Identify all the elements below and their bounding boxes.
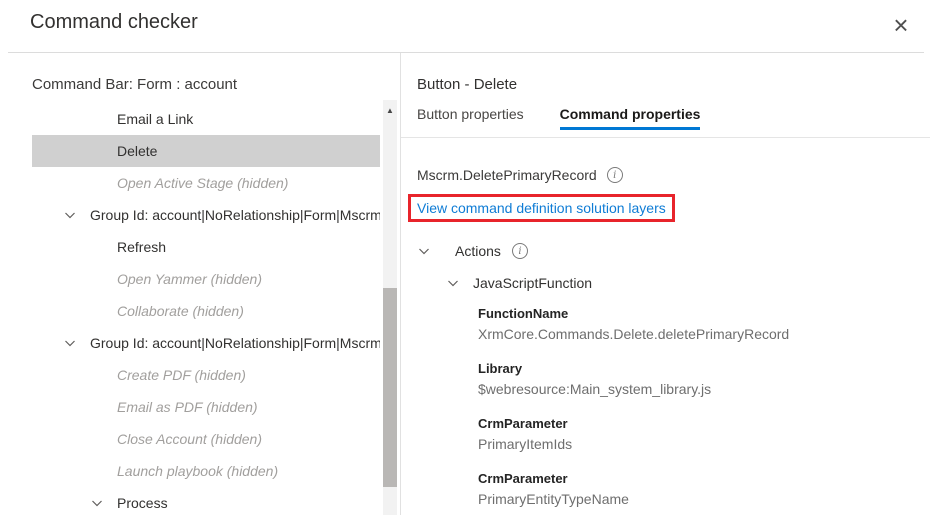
chevron-down-icon — [417, 244, 431, 258]
annotation-highlight-box: View command definition solution layers — [408, 194, 675, 222]
parameter-crmparameter: CrmParameterPrimaryItemIds — [478, 413, 789, 455]
parameter-name: Library — [478, 358, 789, 379]
chevron-down-icon — [63, 208, 77, 222]
tree-item-label: Email as PDF (hidden) — [117, 399, 258, 415]
tree-item-collaborate-hidden[interactable]: Collaborate (hidden) — [32, 295, 380, 327]
tree-item-label: Process — [117, 495, 168, 511]
tree-item-label: Close Account (hidden) — [117, 431, 262, 447]
parameter-value: PrimaryEntityTypeName — [478, 489, 789, 510]
command-name: Mscrm.DeletePrimaryRecord — [417, 167, 597, 183]
command-bar-title: Command Bar: Form : account — [32, 76, 237, 93]
parameter-name: CrmParameter — [478, 468, 789, 489]
parameter-name: FunctionName — [478, 303, 789, 324]
chevron-down-icon — [446, 276, 460, 290]
scrollbar-thumb[interactable] — [383, 288, 397, 487]
scroll-up-icon[interactable]: ▲ — [383, 106, 397, 115]
tree-item-open-yammer-hidden[interactable]: Open Yammer (hidden) — [32, 263, 380, 295]
tab-button-properties[interactable]: Button properties — [417, 106, 524, 130]
tree-item-label: Collaborate (hidden) — [117, 303, 244, 319]
info-icon[interactable]: i — [512, 243, 528, 259]
view-solution-layers-link[interactable]: View command definition solution layers — [417, 200, 666, 216]
tree-item-email-a-link[interactable]: Email a Link — [32, 103, 380, 135]
tree-item-group-id-account-norelationship-form-mscrm[interactable]: Group Id: account|NoRelationship|Form|Ms… — [32, 199, 380, 231]
scrollbar-track[interactable]: ▲ — [383, 100, 397, 515]
javascript-function-label: JavaScriptFunction — [473, 275, 592, 291]
tree-item-label: Launch playbook (hidden) — [117, 463, 278, 479]
tree-item-label: Group Id: account|NoRelationship|Form|Ms… — [90, 335, 380, 351]
close-icon: × — [893, 10, 908, 40]
parameter-value: PrimaryItemIds — [478, 434, 789, 455]
parameter-name: CrmParameter — [478, 413, 789, 434]
close-button[interactable]: × — [884, 8, 918, 42]
panel-divider — [400, 53, 401, 515]
tree-item-label: Email a Link — [117, 111, 193, 127]
tree-item-create-pdf-hidden[interactable]: Create PDF (hidden) — [32, 359, 380, 391]
tree-item-label: Create PDF (hidden) — [117, 367, 246, 383]
tree-item-close-account-hidden[interactable]: Close Account (hidden) — [32, 423, 380, 455]
detail-tabs: Button properties Command properties — [417, 106, 700, 130]
tree-item-label: Refresh — [117, 239, 166, 255]
tree-item-label: Open Active Stage (hidden) — [117, 175, 288, 191]
tree-item-label: Group Id: account|NoRelationship|Form|Ms… — [90, 207, 380, 223]
command-name-row: Mscrm.DeletePrimaryRecord i — [417, 167, 623, 183]
parameter-list: FunctionNameXrmCore.Commands.Delete.dele… — [478, 303, 789, 515]
tree-item-email-as-pdf-hidden[interactable]: Email as PDF (hidden) — [32, 391, 380, 423]
parameter-value: $webresource:Main_system_library.js — [478, 379, 789, 400]
parameter-functionname: FunctionNameXrmCore.Commands.Delete.dele… — [478, 303, 789, 345]
parameter-crmparameter: CrmParameterPrimaryEntityTypeName — [478, 468, 789, 510]
tree-item-label: Open Yammer (hidden) — [117, 271, 262, 287]
parameter-value: XrmCore.Commands.Delete.deletePrimaryRec… — [478, 324, 789, 345]
tree-item-open-active-stage-hidden[interactable]: Open Active Stage (hidden) — [32, 167, 380, 199]
tree-item-process[interactable]: Process — [32, 487, 380, 515]
actions-group-row[interactable]: Actions i — [417, 243, 528, 259]
header-divider — [8, 52, 924, 53]
chevron-down-icon — [63, 336, 77, 350]
chevron-down-icon — [90, 496, 104, 510]
detail-title: Button - Delete — [417, 76, 517, 93]
tree-item-label: Delete — [117, 143, 157, 159]
command-tree: Email a Link Delete Open Active Stage (hid… — [0, 103, 400, 515]
javascript-function-row[interactable]: JavaScriptFunction — [446, 275, 592, 291]
tree-item-launch-playbook-hidden[interactable]: Launch playbook (hidden) — [32, 455, 380, 487]
tab-command-properties[interactable]: Command properties — [560, 106, 701, 130]
page-title: Command checker — [30, 11, 198, 34]
tree-item-refresh[interactable]: Refresh — [32, 231, 380, 263]
info-icon[interactable]: i — [607, 167, 623, 183]
actions-label: Actions — [455, 243, 501, 259]
command-checker-dialog: Command checker × Command Bar: Form : ac… — [0, 0, 930, 515]
parameter-library: Library$webresource:Main_system_library.… — [478, 358, 789, 400]
tree-item-delete[interactable]: Delete — [32, 135, 380, 167]
tabs-divider — [401, 137, 930, 138]
tree-item-group-id-account-norelationship-form-mscrm[interactable]: Group Id: account|NoRelationship|Form|Ms… — [32, 327, 380, 359]
